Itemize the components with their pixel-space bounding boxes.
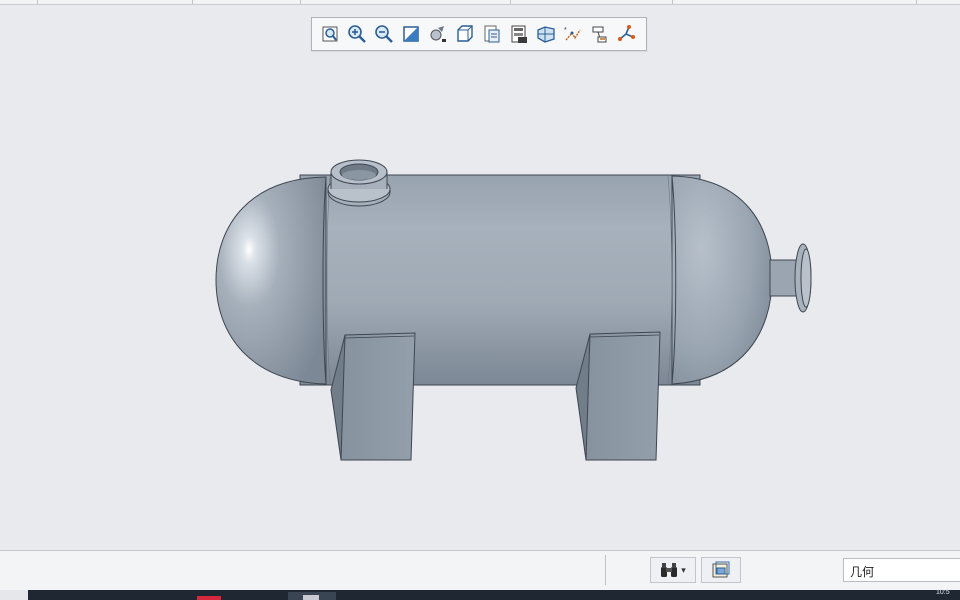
find-dropdown-icon[interactable]: ▾ xyxy=(681,565,686,576)
status-bar: ▾ 几何 xyxy=(0,550,960,590)
find-button[interactable]: ▾ xyxy=(650,557,696,583)
taskbar-app-active[interactable] xyxy=(288,592,336,600)
box-select-icon xyxy=(712,561,730,578)
pressure-vessel-model[interactable] xyxy=(0,5,960,550)
binoculars-icon xyxy=(661,563,678,577)
start-button[interactable] xyxy=(0,590,28,600)
graphics-window[interactable]: * xyxy=(0,5,960,550)
windows-taskbar: 10:5 xyxy=(0,589,960,600)
selection-filter-dropdown[interactable]: 几何 xyxy=(843,558,960,582)
box-select-button[interactable] xyxy=(701,557,741,583)
taskbar-clock: 10:5 xyxy=(936,589,950,596)
status-divider xyxy=(605,555,606,585)
taskbar-app-icon[interactable] xyxy=(197,596,221,600)
